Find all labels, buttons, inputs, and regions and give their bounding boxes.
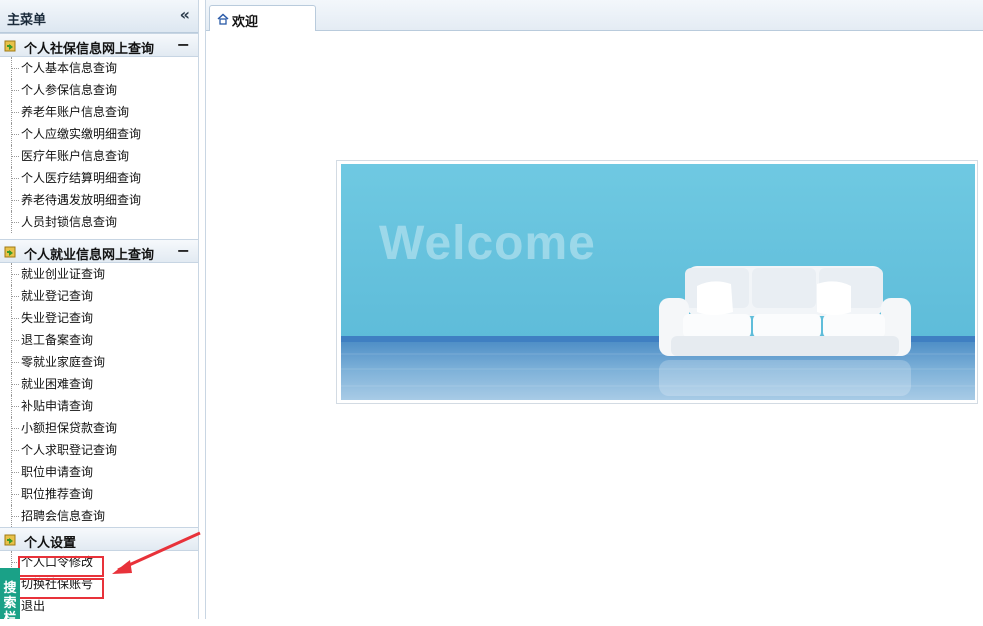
menu-item[interactable]: 职位申请查询 bbox=[0, 461, 198, 483]
home-icon bbox=[217, 13, 229, 25]
menu-item[interactable]: 养老年账户信息查询 bbox=[0, 101, 198, 123]
menu-item[interactable]: 就业创业证查询 bbox=[0, 263, 198, 285]
menu-item[interactable]: 个人医疗结算明细查询 bbox=[0, 167, 198, 189]
folder-arrow-icon bbox=[4, 534, 16, 546]
menu-item[interactable]: 个人基本信息查询 bbox=[0, 57, 198, 79]
menu-item[interactable]: 养老待遇发放明细查询 bbox=[0, 189, 198, 211]
tab-bar: 欢迎 bbox=[206, 0, 983, 31]
highlight-box-change-password bbox=[18, 556, 104, 577]
group-toggle-icon[interactable]: − bbox=[177, 35, 190, 54]
welcome-banner: Welcome bbox=[341, 164, 975, 400]
folder-arrow-icon bbox=[4, 246, 16, 258]
tab-content: Welcome bbox=[206, 31, 982, 619]
main-area: 欢迎 Welcome bbox=[205, 0, 983, 619]
annotation-arrow bbox=[112, 531, 201, 574]
menu-item[interactable]: 职位推荐查询 bbox=[0, 483, 198, 505]
welcome-banner-frame: Welcome bbox=[336, 160, 978, 404]
group-items-social-security: 个人基本信息查询 个人参保信息查询 养老年账户信息查询 个人应缴实缴明细查询 医… bbox=[0, 57, 198, 239]
tab-label: 欢迎 bbox=[232, 15, 259, 30]
sofa-graphic bbox=[659, 266, 911, 396]
menu-item[interactable]: 失业登记查询 bbox=[0, 307, 198, 329]
group-title: 个人设置 bbox=[24, 536, 77, 551]
menu-item[interactable]: 小额担保贷款查询 bbox=[0, 417, 198, 439]
welcome-text: Welcome bbox=[379, 217, 596, 270]
menu-item[interactable]: 就业困难查询 bbox=[0, 373, 198, 395]
group-header-employment[interactable]: 个人就业信息网上查询 − bbox=[0, 239, 198, 263]
banner-illustration bbox=[341, 164, 975, 400]
collapse-sidebar-icon[interactable]: « bbox=[180, 6, 190, 24]
menu-item[interactable]: 个人应缴实缴明细查询 bbox=[0, 123, 198, 145]
group-items-employment: 就业创业证查询 就业登记查询 失业登记查询 退工备案查询 零就业家庭查询 就业困… bbox=[0, 263, 198, 527]
main-menu-sidebar: 主菜单 « 个人社保信息网上查询 − 个人基本信息查询 个人参保信息查询 养老年… bbox=[0, 0, 199, 619]
menu-item[interactable]: 个人参保信息查询 bbox=[0, 79, 198, 101]
group-toggle-icon[interactable]: − bbox=[177, 241, 190, 260]
menu-item[interactable]: 医疗年账户信息查询 bbox=[0, 145, 198, 167]
menu-item[interactable]: 零就业家庭查询 bbox=[0, 351, 198, 373]
menu-item[interactable]: 招聘会信息查询 bbox=[0, 505, 198, 527]
search-panel-tab[interactable]: 搜索栏 bbox=[0, 568, 20, 626]
highlight-box-switch-account bbox=[18, 578, 104, 599]
tab-welcome[interactable]: 欢迎 bbox=[209, 5, 316, 31]
menu-item[interactable]: 就业登记查询 bbox=[0, 285, 198, 307]
sidebar-title: 主菜单 bbox=[7, 13, 47, 28]
menu-item[interactable]: 退工备案查询 bbox=[0, 329, 198, 351]
sidebar-header: 主菜单 « bbox=[0, 0, 198, 33]
menu-item[interactable]: 补贴申请查询 bbox=[0, 395, 198, 417]
group-title: 个人社保信息网上查询 bbox=[24, 42, 155, 57]
folder-arrow-icon bbox=[4, 40, 16, 52]
group-header-social-security[interactable]: 个人社保信息网上查询 − bbox=[0, 33, 198, 57]
menu-item[interactable]: 个人求职登记查询 bbox=[0, 439, 198, 461]
group-title: 个人就业信息网上查询 bbox=[24, 248, 155, 263]
menu-item[interactable]: 人员封锁信息查询 bbox=[0, 211, 198, 233]
